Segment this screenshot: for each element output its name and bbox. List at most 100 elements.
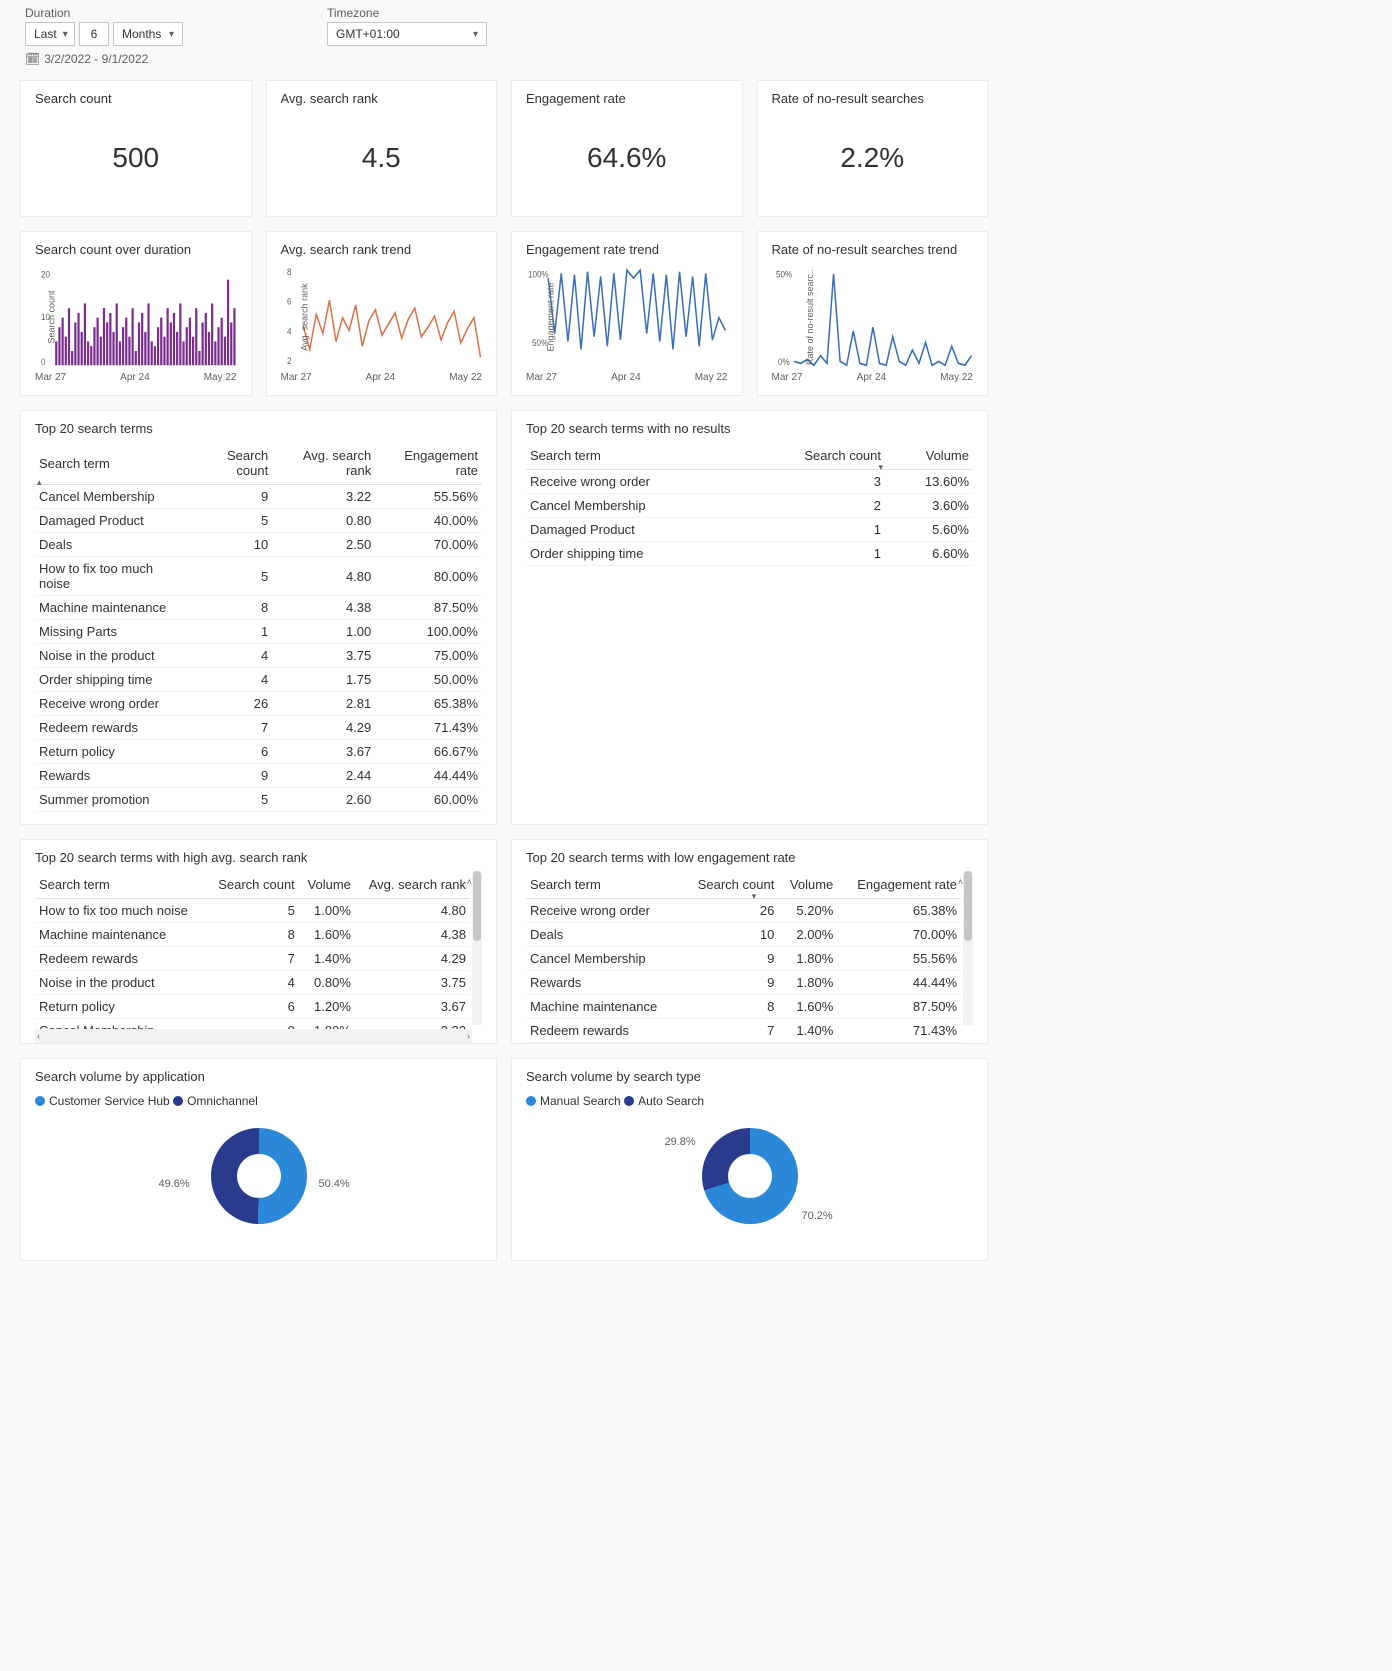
svg-text:100%: 100% <box>528 269 549 280</box>
duration-label: Duration <box>25 6 187 20</box>
chart-no-result-trend: Rate of no-result searches trend Rate of… <box>757 231 989 396</box>
chart-plot: Avg. search rank 8 6 4 2 <box>281 263 483 370</box>
col-search-term[interactable]: Search term <box>35 871 206 899</box>
chart-legend: Manual Search Auto Search <box>526 1094 973 1108</box>
filter-bar: Duration Last▾ 6 Months▾ 🗓3/2/2022 - 9/1… <box>0 0 1008 70</box>
svg-text:50%: 50% <box>776 269 792 280</box>
slice-label: 49.6% <box>159 1178 190 1190</box>
table-row[interactable]: Cancel Membership93.2255.56% <box>35 485 482 509</box>
table-row[interactable]: How to fix too much noise54.8080.00% <box>35 557 482 596</box>
calendar-icon: 🗓 <box>25 52 40 66</box>
duration-last-select[interactable]: Last▾ <box>25 22 75 46</box>
table-row[interactable]: Noise in the product43.7575.00% <box>35 644 482 668</box>
table-row[interactable]: Receive wrong order265.20%65.38% <box>526 899 961 923</box>
kpi-avg-rank: Avg. search rank 4.5 <box>266 80 498 217</box>
svg-text:2: 2 <box>287 355 292 366</box>
table-title: Top 20 search terms with low engagement … <box>526 850 973 865</box>
table-row[interactable]: Return policy61.20%3.67 <box>35 995 470 1019</box>
chart-title: Engagement rate trend <box>526 242 728 257</box>
col-search-term[interactable]: Search term <box>526 871 681 899</box>
col-engagement[interactable]: Engagement rate <box>375 442 482 485</box>
col-search-term[interactable]: Search term <box>526 442 742 470</box>
table-row[interactable]: Machine maintenance81.60%4.38 <box>35 923 470 947</box>
table-row[interactable]: Rewards92.4444.44% <box>35 764 482 788</box>
chart-x-axis: Mar 27Apr 24May 22 <box>281 372 483 383</box>
kpi-engagement: Engagement rate 64.6% <box>511 80 743 217</box>
col-volume[interactable]: Volume <box>778 871 837 899</box>
sort-desc-icon: ▾ <box>878 462 883 473</box>
table-no-results: Top 20 search terms with no results Sear… <box>511 410 988 825</box>
table-scrollarea[interactable]: Search term Search count▾ Volume Engagem… <box>526 871 973 1043</box>
table-row[interactable]: Damaged Product50.8040.00% <box>35 509 482 533</box>
table-row[interactable]: Damaged Product15.60% <box>526 518 973 542</box>
chevron-down-icon: ▾ <box>63 29 68 40</box>
col-search-count[interactable]: Search count <box>189 442 272 485</box>
table-row[interactable]: Receive wrong order262.8165.38% <box>35 692 482 716</box>
kpi-value: 2.2% <box>772 112 974 204</box>
table-row[interactable]: Redeem rewards71.40%4.29 <box>35 947 470 971</box>
table-row[interactable]: Cancel Membership91.80%55.56% <box>526 947 961 971</box>
table-row[interactable]: Missing Parts11.00100.00% <box>35 620 482 644</box>
table-row[interactable]: How to fix too much noise51.00%4.80 <box>35 899 470 923</box>
chevron-down-icon: ▾ <box>169 29 174 40</box>
col-engagement[interactable]: Engagement rate˄ <box>837 871 961 899</box>
table-row[interactable]: Deals102.5070.00% <box>35 533 482 557</box>
table-row[interactable]: Order shipping time41.7550.00% <box>35 668 482 692</box>
col-search-count[interactable]: Search count▾ <box>681 871 778 899</box>
duration-unit-select[interactable]: Months▾ <box>113 22 183 46</box>
donut-chart <box>211 1128 307 1224</box>
table-title: Top 20 search terms <box>35 421 482 436</box>
chart-title: Search volume by search type <box>526 1069 973 1084</box>
col-avg-rank[interactable]: Avg. search rank <box>272 442 375 485</box>
table-row[interactable]: Cancel Membership23.60% <box>526 494 973 518</box>
table-high-rank: Top 20 search terms with high avg. searc… <box>20 839 497 1044</box>
svg-text:6: 6 <box>287 296 292 307</box>
svg-text:0: 0 <box>41 357 46 368</box>
sort-desc-icon: ▾ <box>752 891 757 902</box>
chart-plot: Engagement rate 100% 50% <box>526 263 728 370</box>
kpi-value: 64.6% <box>526 112 728 204</box>
kpi-title: Avg. search rank <box>281 91 483 106</box>
chart-title: Search count over duration <box>35 242 237 257</box>
table-top20: Top 20 search terms Search term▴ Search … <box>20 410 497 825</box>
chart-avg-rank-trend: Avg. search rank trend Avg. search rank … <box>266 231 498 396</box>
chart-plot: Rate of no-result searc.. 50% 0% <box>772 263 974 370</box>
kpi-value: 4.5 <box>281 112 483 204</box>
chart-x-axis: Mar 27Apr 24May 22 <box>772 372 974 383</box>
col-volume[interactable]: Volume <box>299 871 355 899</box>
slice-label: 50.4% <box>319 1178 350 1190</box>
slice-label: 70.2% <box>802 1210 833 1222</box>
table-row[interactable]: Machine maintenance84.3887.50% <box>35 596 482 620</box>
kpi-title: Rate of no-result searches <box>772 91 974 106</box>
table-row[interactable]: Deals102.00%70.00% <box>526 923 961 947</box>
scrollbar-horizontal[interactable]: ‹› <box>35 1029 472 1043</box>
table-row[interactable]: Redeem rewards74.2971.43% <box>35 716 482 740</box>
table-scrollarea[interactable]: Search term Search count Volume Avg. sea… <box>35 871 482 1043</box>
table-row[interactable]: Summer promotion52.6060.00% <box>35 788 482 812</box>
table-row[interactable]: Rewards91.80%44.44% <box>526 971 961 995</box>
table-row[interactable]: Return policy63.6766.67% <box>35 740 482 764</box>
date-range: 🗓3/2/2022 - 9/1/2022 <box>25 52 187 66</box>
svg-text:8: 8 <box>287 266 292 277</box>
scrollbar-vertical[interactable] <box>472 871 482 1025</box>
duration-number-input[interactable]: 6 <box>79 22 109 46</box>
col-search-count[interactable]: Search count <box>206 871 298 899</box>
kpi-no-result: Rate of no-result searches 2.2% <box>757 80 989 217</box>
scrollbar-vertical[interactable] <box>963 871 973 1025</box>
table-row[interactable]: Redeem rewards71.40%71.43% <box>526 1019 961 1043</box>
kpi-title: Engagement rate <box>526 91 728 106</box>
donut-chart <box>702 1128 798 1224</box>
table-row[interactable]: Order shipping time16.60% <box>526 542 973 566</box>
table-row[interactable]: Receive wrong order313.60% <box>526 470 973 494</box>
chart-x-axis: Mar 27Apr 24May 22 <box>526 372 728 383</box>
col-volume[interactable]: Volume <box>885 442 973 470</box>
col-search-term[interactable]: Search term▴ <box>35 442 189 485</box>
table-row[interactable]: Machine maintenance81.60%87.50% <box>526 995 961 1019</box>
chart-volume-by-app: Search volume by application Customer Se… <box>20 1058 497 1261</box>
table-row[interactable]: Noise in the product40.80%3.75 <box>35 971 470 995</box>
chart-title: Avg. search rank trend <box>281 242 483 257</box>
timezone-select[interactable]: GMT+01:00▾ <box>327 22 487 46</box>
svg-text:20: 20 <box>41 269 50 280</box>
col-avg-rank[interactable]: Avg. search rank˄ <box>355 871 470 899</box>
col-search-count[interactable]: Search count▾ <box>742 442 885 470</box>
